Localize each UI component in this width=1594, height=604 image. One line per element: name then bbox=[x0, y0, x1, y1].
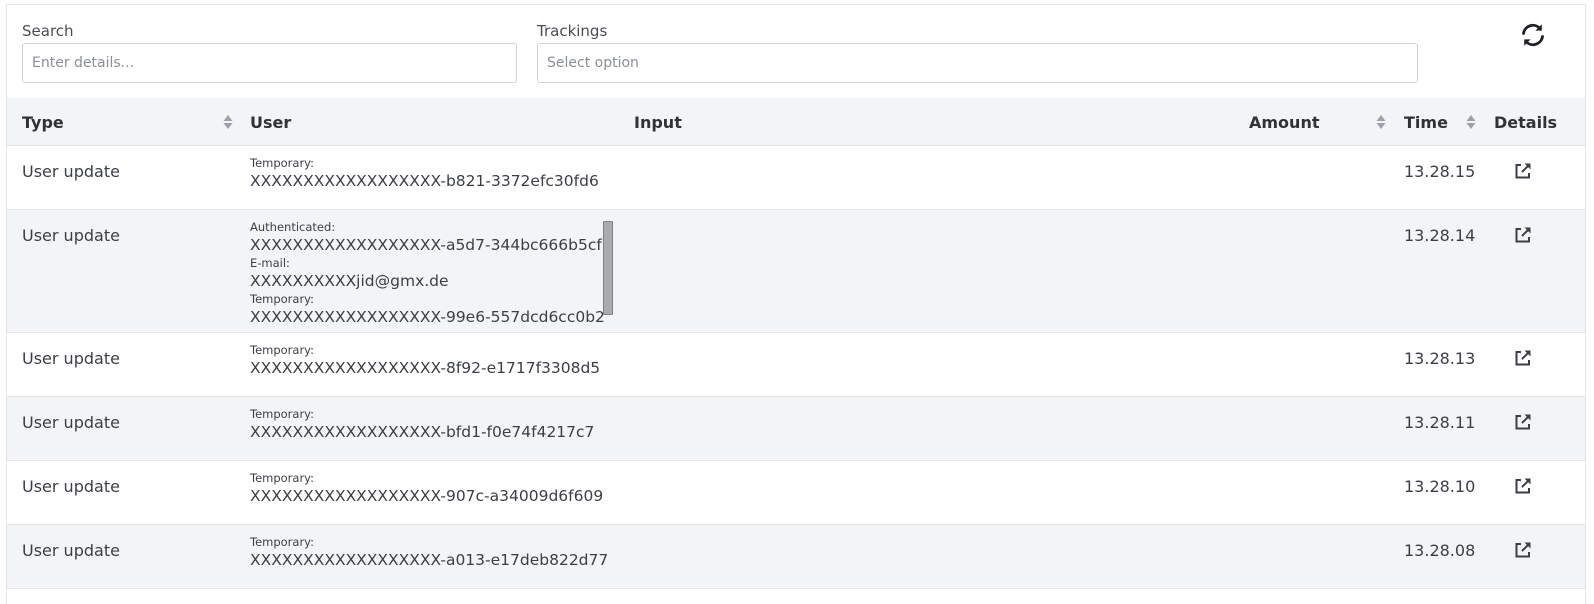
user-id-label: Temporary: bbox=[250, 156, 315, 170]
external-link-icon[interactable] bbox=[1512, 475, 1534, 497]
row-user: Temporary: XXXXXXXXXXXXXXXXXX-8f92-e1717… bbox=[250, 343, 615, 379]
column-header-details: Details bbox=[1494, 112, 1558, 132]
column-header-time[interactable]: Time bbox=[1404, 98, 1448, 146]
row-user[interactable]: Authenticated: XXXXXXXXXXXXXXXXXX-a5d7-3… bbox=[250, 220, 615, 323]
sort-amount-icon[interactable] bbox=[1376, 114, 1386, 130]
row-time: 13.28.08 bbox=[1404, 541, 1476, 560]
column-header-amount[interactable]: Amount bbox=[1249, 98, 1319, 146]
user-id-label: Temporary: bbox=[250, 292, 315, 306]
column-header-type[interactable]: Type bbox=[22, 98, 64, 146]
row-type: User update bbox=[22, 477, 120, 496]
table-row: User update Temporary: XXXXXXXXXXXXXXXXX… bbox=[7, 146, 1585, 210]
search-field[interactable] bbox=[22, 43, 517, 83]
external-link-icon[interactable] bbox=[1512, 347, 1534, 369]
row-type: User update bbox=[22, 226, 120, 245]
user-id-value: XXXXXXXXXXXXXXXXXX-99e6-557dcd6cc0b2 bbox=[250, 308, 605, 323]
refresh-icon[interactable] bbox=[1519, 21, 1547, 49]
row-type: User update bbox=[22, 413, 120, 432]
sort-type-icon[interactable] bbox=[223, 114, 233, 130]
user-email-label: E-mail: bbox=[250, 256, 290, 270]
user-id-value: XXXXXXXXXXXXXXXXXX-a013-e17deb822d77 bbox=[250, 551, 609, 569]
search-input[interactable] bbox=[32, 55, 507, 71]
column-header-input: Input bbox=[634, 112, 682, 132]
row-user: Temporary: XXXXXXXXXXXXXXXXXX-bfd1-f0e74… bbox=[250, 407, 615, 443]
external-link-icon[interactable] bbox=[1512, 160, 1534, 182]
trackings-table: Type User Input Amount Time Details User… bbox=[7, 98, 1585, 589]
user-cell-scrollbar[interactable] bbox=[603, 221, 613, 315]
row-time: 13.28.15 bbox=[1404, 162, 1476, 181]
sort-time-icon[interactable] bbox=[1466, 114, 1476, 130]
row-user: Temporary: XXXXXXXXXXXXXXXXXX-a013-e17de… bbox=[250, 535, 615, 571]
column-header-user: User bbox=[250, 112, 292, 132]
trackings-select[interactable]: Select option bbox=[537, 43, 1418, 83]
user-email-value: XXXXXXXXXXjid@gmx.de bbox=[250, 272, 449, 290]
row-time: 13.28.11 bbox=[1404, 413, 1476, 432]
trackings-select-placeholder: Select option bbox=[547, 55, 639, 71]
table-row: User update Temporary: XXXXXXXXXXXXXXXXX… bbox=[7, 525, 1585, 589]
filter-bar: Search Trackings Select option bbox=[7, 5, 1585, 98]
user-id-value: XXXXXXXXXXXXXXXXXX-a5d7-344bc666b5cf bbox=[250, 236, 602, 254]
row-user: Temporary: XXXXXXXXXXXXXXXXXX-b821-3372e… bbox=[250, 156, 615, 192]
row-time: 13.28.14 bbox=[1404, 226, 1476, 245]
row-type: User update bbox=[22, 162, 120, 181]
table-row: User update Temporary: XXXXXXXXXXXXXXXXX… bbox=[7, 461, 1585, 525]
table-row: User update Authenticated: XXXXXXXXXXXXX… bbox=[7, 210, 1585, 333]
user-id-value: XXXXXXXXXXXXXXXXXX-b821-3372efc30fd6 bbox=[250, 172, 599, 190]
user-id-label: Authenticated: bbox=[250, 220, 336, 234]
user-id-label: Temporary: bbox=[250, 343, 315, 357]
table-row: User update Temporary: XXXXXXXXXXXXXXXXX… bbox=[7, 397, 1585, 461]
external-link-icon[interactable] bbox=[1512, 539, 1534, 561]
user-id-value: XXXXXXXXXXXXXXXXXX-bfd1-f0e74f4217c7 bbox=[250, 423, 595, 441]
table-row: User update Temporary: XXXXXXXXXXXXXXXXX… bbox=[7, 333, 1585, 397]
row-time: 13.28.10 bbox=[1404, 477, 1476, 496]
user-id-label: Temporary: bbox=[250, 471, 315, 485]
external-link-icon[interactable] bbox=[1512, 224, 1534, 246]
user-id-label: Temporary: bbox=[250, 535, 315, 549]
user-id-label: Temporary: bbox=[250, 407, 315, 421]
trackings-panel: Search Trackings Select option Type User… bbox=[6, 4, 1586, 604]
row-time: 13.28.13 bbox=[1404, 349, 1476, 368]
row-user: Temporary: XXXXXXXXXXXXXXXXXX-907c-a3400… bbox=[250, 471, 615, 507]
search-label: Search bbox=[22, 22, 74, 40]
user-id-value: XXXXXXXXXXXXXXXXXX-8f92-e1717f3308d5 bbox=[250, 359, 601, 377]
table-header: Type User Input Amount Time Details bbox=[7, 98, 1585, 146]
row-type: User update bbox=[22, 349, 120, 368]
row-type: User update bbox=[22, 541, 120, 560]
trackings-label: Trackings bbox=[537, 22, 608, 40]
user-id-value: XXXXXXXXXXXXXXXXXX-907c-a34009d6f609 bbox=[250, 487, 604, 505]
external-link-icon[interactable] bbox=[1512, 411, 1534, 433]
